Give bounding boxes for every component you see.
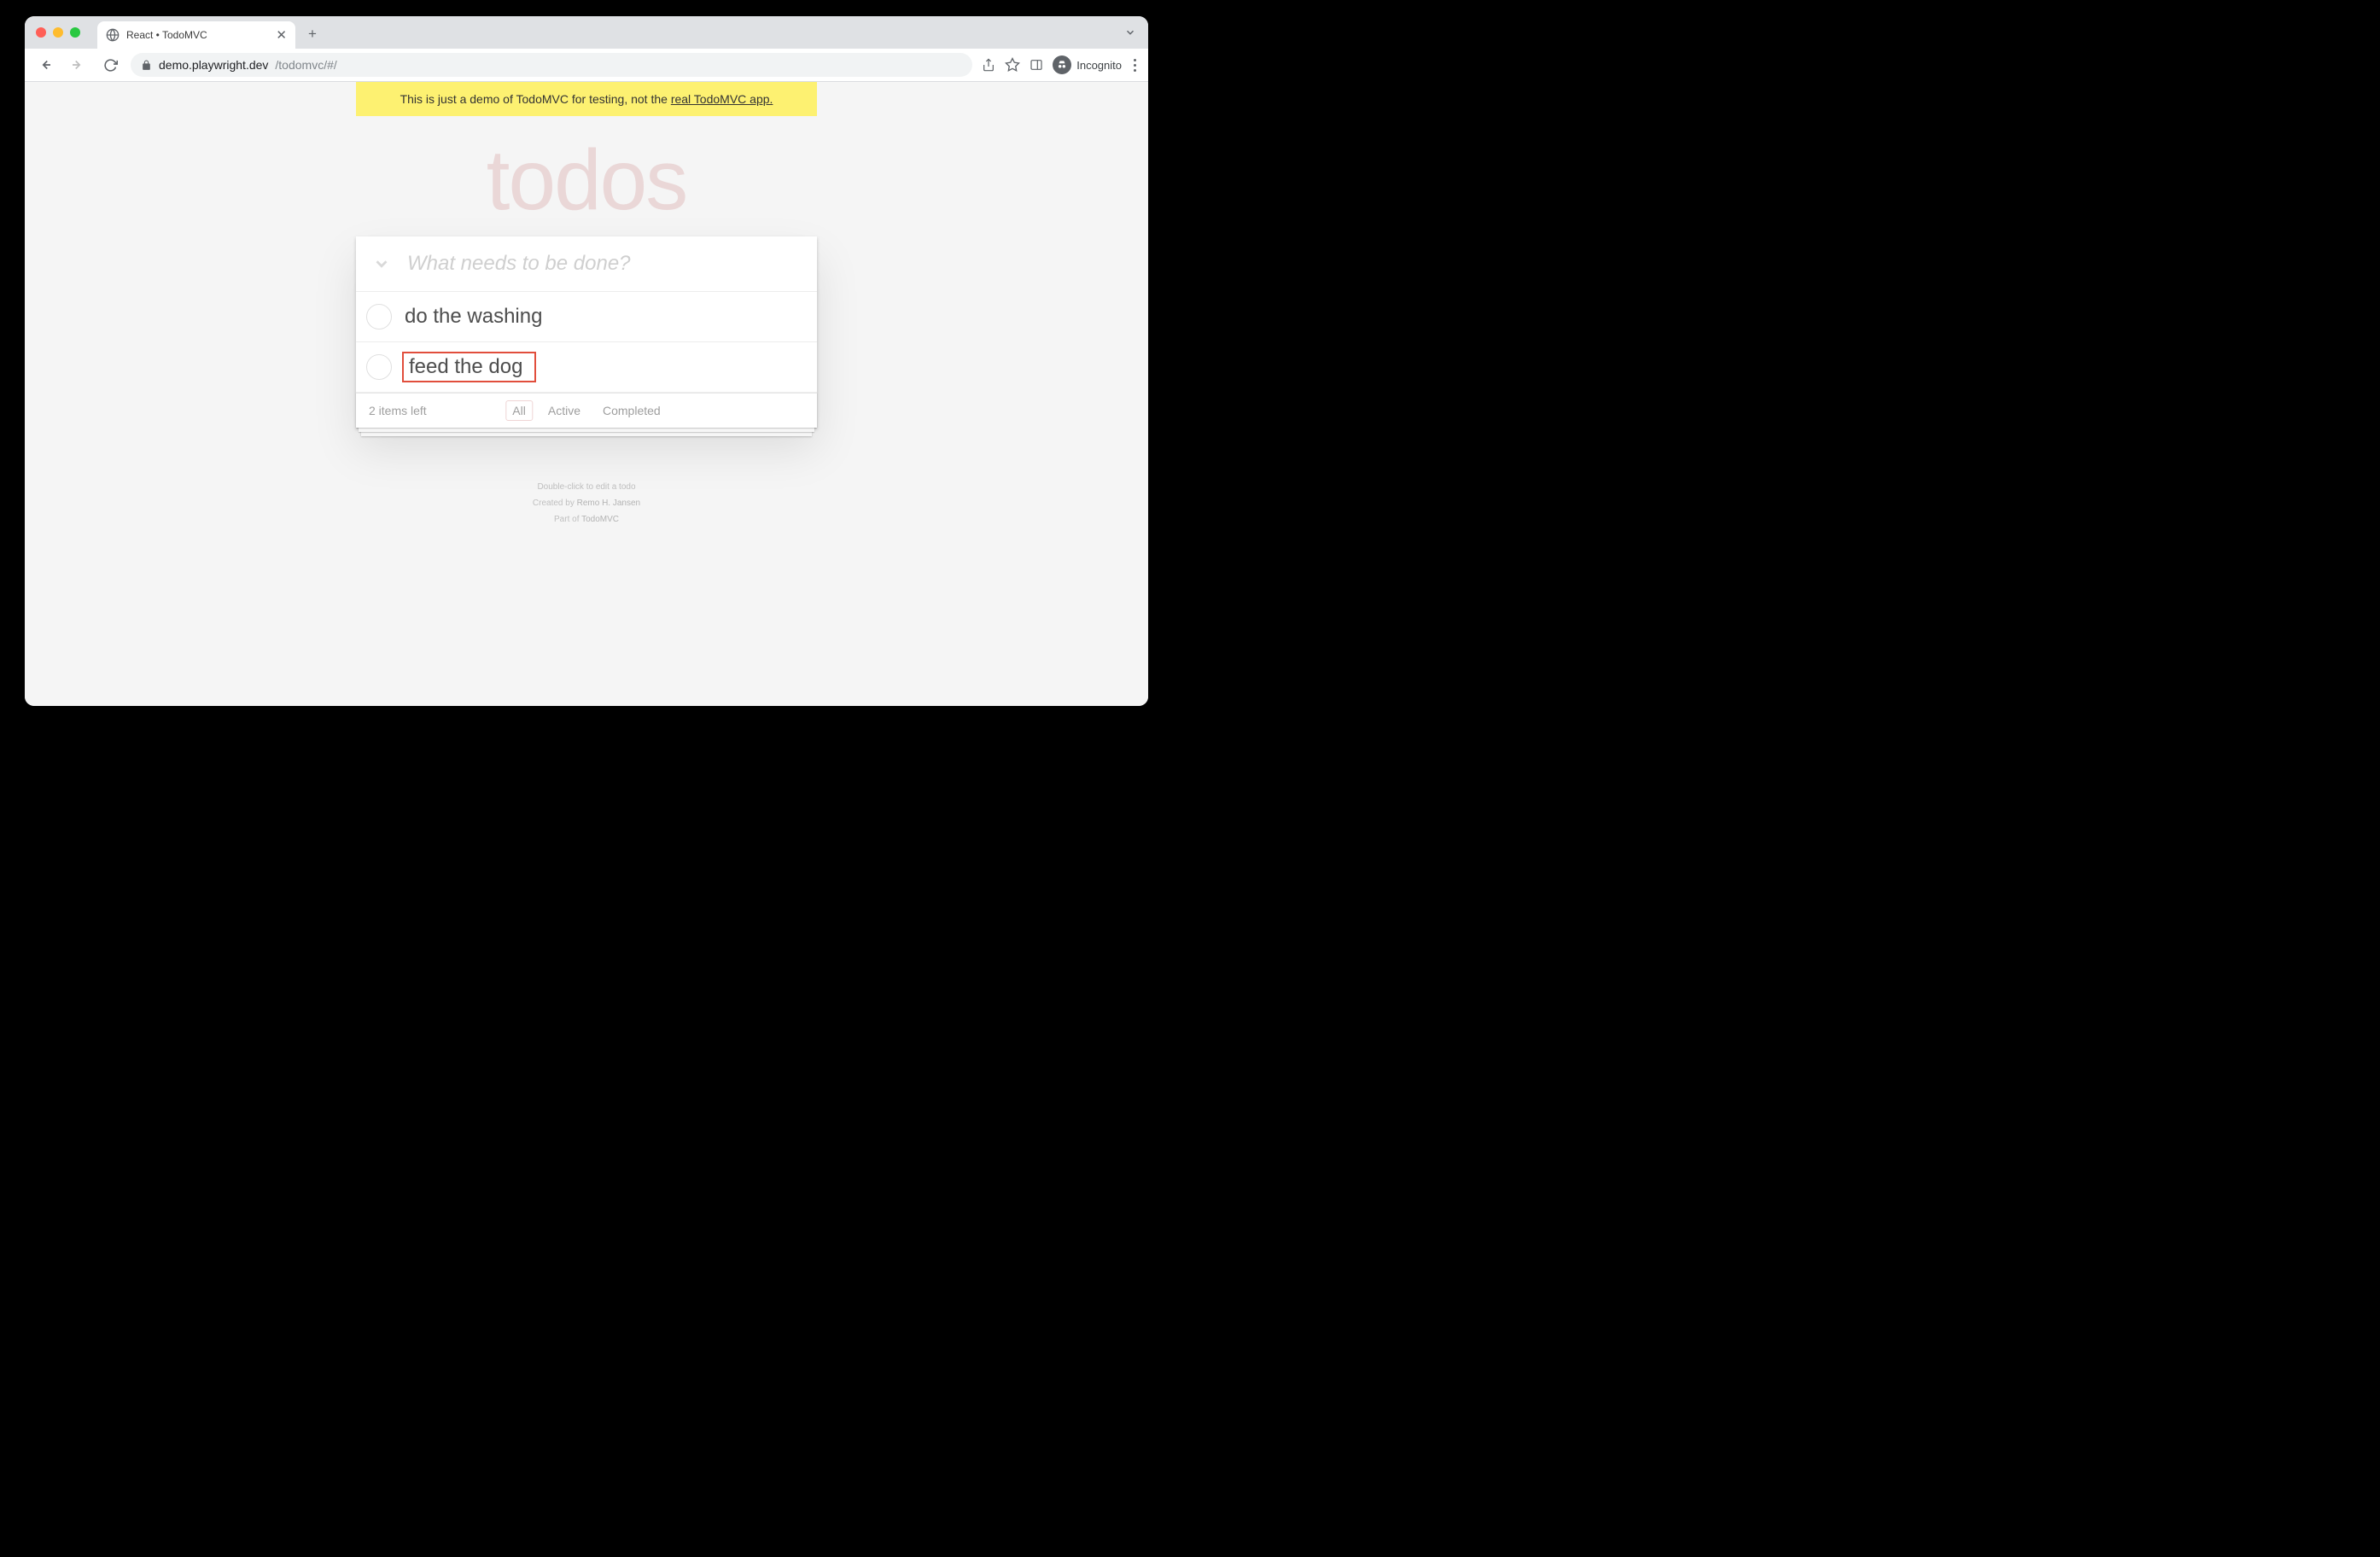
info-line2-prefix: Created by <box>533 499 577 508</box>
incognito-icon <box>1053 55 1071 74</box>
browser-window: React • TodoMVC ✕ + demo.playwright.dev/… <box>25 16 1148 706</box>
window-controls <box>25 27 80 38</box>
minimize-window-button[interactable] <box>53 27 63 38</box>
new-todo-input[interactable] <box>407 238 817 289</box>
lock-icon <box>141 60 152 71</box>
incognito-label: Incognito <box>1076 59 1122 72</box>
filter-active[interactable]: Active <box>541 400 587 421</box>
demo-banner: This is just a demo of TodoMVC for testi… <box>356 82 817 116</box>
info-line1: Double-click to edit a todo <box>25 479 1148 495</box>
banner-link[interactable]: real TodoMVC app. <box>671 92 773 106</box>
address-bar[interactable]: demo.playwright.dev/todomvc/#/ <box>131 53 972 77</box>
banner-text: This is just a demo of TodoMVC for testi… <box>400 92 671 106</box>
toggle-all-button[interactable] <box>356 254 407 273</box>
bookmark-button[interactable] <box>1005 57 1020 73</box>
title-bar: React • TodoMVC ✕ + <box>25 16 1148 49</box>
filter-all[interactable]: All <box>505 400 533 421</box>
incognito-badge[interactable]: Incognito <box>1053 55 1122 74</box>
info-line3-prefix: Part of <box>554 515 581 524</box>
globe-icon <box>106 28 120 42</box>
toolbar: demo.playwright.dev/todomvc/#/ Incognito <box>25 49 1148 82</box>
maximize-window-button[interactable] <box>70 27 80 38</box>
browser-tab[interactable]: React • TodoMVC ✕ <box>97 21 295 49</box>
todo-app: do the washing feed the dog 2 items left… <box>356 236 817 428</box>
info-footer: Double-click to edit a todo Created by R… <box>25 479 1148 528</box>
close-tab-button[interactable]: ✕ <box>276 27 287 43</box>
forward-button[interactable] <box>66 53 90 77</box>
menu-button[interactable] <box>1130 59 1140 72</box>
filter-completed[interactable]: Completed <box>596 400 668 421</box>
new-tab-button[interactable]: + <box>304 26 321 43</box>
filters: All Active Completed <box>505 400 667 421</box>
todo-label[interactable]: feed the dog <box>402 352 536 383</box>
todo-checkbox[interactable] <box>366 354 392 380</box>
new-todo-row <box>356 236 817 292</box>
tabs-dropdown-button[interactable] <box>1124 26 1136 43</box>
tab-title: React • TodoMVC <box>126 29 207 41</box>
page-viewport: This is just a demo of TodoMVC for testi… <box>25 82 1148 706</box>
side-panel-button[interactable] <box>1029 57 1044 73</box>
todo-item: feed the dog <box>356 342 817 393</box>
url-path: /todomvc/#/ <box>275 58 336 72</box>
close-window-button[interactable] <box>36 27 46 38</box>
todo-item: do the washing <box>356 292 817 342</box>
share-button[interactable] <box>981 57 996 73</box>
url-host: demo.playwright.dev <box>159 58 268 72</box>
toolbar-right: Incognito <box>981 55 1140 74</box>
todo-list: do the washing feed the dog <box>356 292 817 393</box>
todo-footer: 2 items left All Active Completed Clear <box>356 393 817 428</box>
reload-button[interactable] <box>98 53 122 77</box>
app-title: todos <box>25 131 1148 230</box>
items-left-count: 2 items left <box>369 404 427 417</box>
back-button[interactable] <box>33 53 57 77</box>
todo-checkbox[interactable] <box>366 304 392 329</box>
info-todomvc-link[interactable]: TodoMVC <box>581 515 619 524</box>
info-author-link[interactable]: Remo H. Jansen <box>577 499 640 508</box>
todo-label[interactable]: do the washing <box>392 301 549 333</box>
